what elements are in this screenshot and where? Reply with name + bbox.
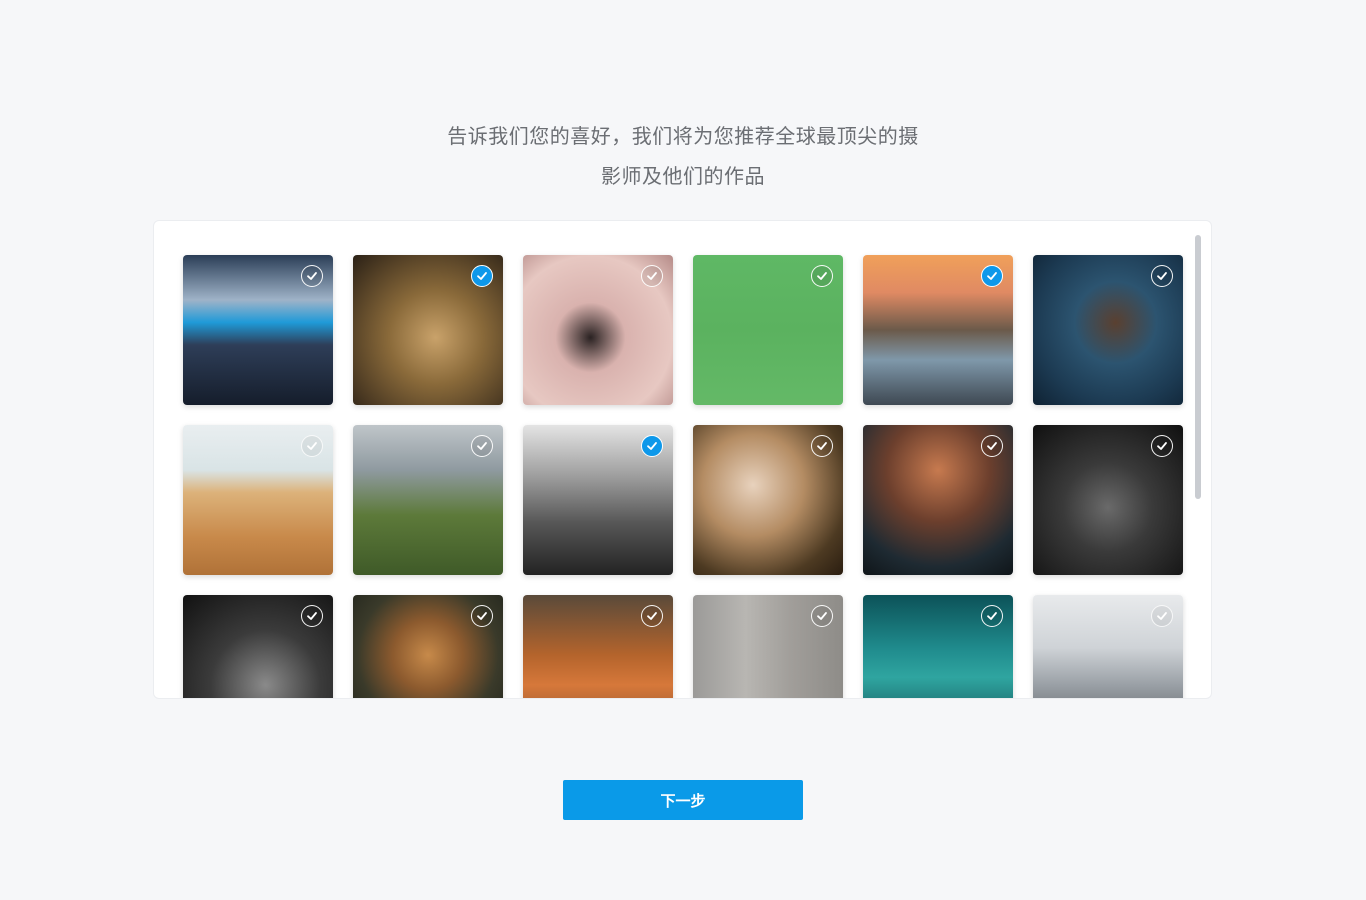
photo-grid <box>183 255 1183 698</box>
photo-tile-bw-portrait-woman[interactable] <box>1033 425 1183 575</box>
page-headline: 告诉我们您的喜好，我们将为您推荐全球最顶尖的摄 影师及他们的作品 <box>0 116 1366 196</box>
check-icon[interactable] <box>301 605 323 627</box>
photo-tile-woman-pink-tulle[interactable] <box>523 255 673 405</box>
photo-tile-blonde-woman-portrait[interactable] <box>693 425 843 575</box>
check-icon[interactable] <box>811 265 833 287</box>
check-icon[interactable] <box>301 435 323 457</box>
preferences-page: 告诉我们您的喜好，我们将为您推荐全球最顶尖的摄 影师及他们的作品 下一步 <box>0 0 1366 900</box>
photo-tile-dancer-powder-bw[interactable] <box>183 595 333 698</box>
headline-line-1: 告诉我们您的喜好，我们将为您推荐全球最顶尖的摄 <box>447 124 919 148</box>
check-icon[interactable] <box>641 435 663 457</box>
check-icon[interactable] <box>641 265 663 287</box>
photo-tile-desert-dunes[interactable] <box>183 425 333 575</box>
check-icon[interactable] <box>811 605 833 627</box>
photo-tile-iceberg-waves[interactable] <box>183 255 333 405</box>
check-icon[interactable] <box>981 435 1003 457</box>
check-icon[interactable] <box>471 435 493 457</box>
check-icon[interactable] <box>1151 435 1173 457</box>
photo-tile-building-facade[interactable] <box>693 595 843 698</box>
photo-tile-vintage-car[interactable] <box>523 595 673 698</box>
check-icon[interactable] <box>471 605 493 627</box>
photo-tile-couple-coast-sunset[interactable] <box>863 255 1013 405</box>
check-icon[interactable] <box>471 265 493 287</box>
panel-scrollbar[interactable] <box>1195 235 1201 499</box>
photo-tile-insects-branch[interactable] <box>693 255 843 405</box>
check-icon[interactable] <box>811 435 833 457</box>
next-step-button[interactable]: 下一步 <box>563 780 803 820</box>
photo-tile-ocean-wave[interactable] <box>863 595 1013 698</box>
photo-tile-machu-picchu[interactable] <box>353 425 503 575</box>
photo-tile-food-platter[interactable] <box>353 595 503 698</box>
check-icon[interactable] <box>981 605 1003 627</box>
check-icon[interactable] <box>641 605 663 627</box>
photo-selection-panel[interactable] <box>153 220 1212 699</box>
photo-tile-dancer-braids[interactable] <box>1033 255 1183 405</box>
photo-tile-mountain-hut[interactable] <box>1033 595 1183 698</box>
check-icon[interactable] <box>1151 605 1173 627</box>
photo-tile-street-bw[interactable] <box>523 425 673 575</box>
check-icon[interactable] <box>301 265 323 287</box>
check-icon[interactable] <box>1151 265 1173 287</box>
headline-line-2: 影师及他们的作品 <box>601 164 765 188</box>
check-icon[interactable] <box>981 265 1003 287</box>
photo-tile-lions-bird[interactable] <box>353 255 503 405</box>
photo-tile-rock-concert[interactable] <box>863 425 1013 575</box>
